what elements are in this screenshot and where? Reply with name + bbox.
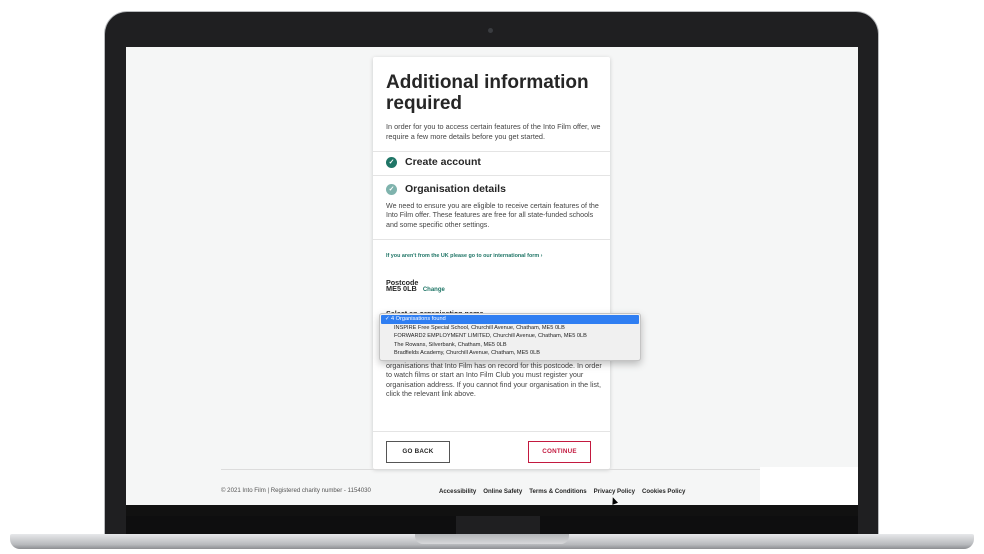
footer-link-accessibility[interactable]: Accessibility [439, 488, 476, 495]
laptop-mockup: Additional information required In order… [0, 0, 984, 554]
postcode-value: ME5 0LB [386, 284, 417, 293]
continue-button[interactable]: CONTINUE [528, 441, 591, 463]
postcode-row: ME5 0LB Change [386, 284, 445, 293]
screen-bezel-bottom [126, 505, 858, 516]
mouse-cursor-icon [609, 496, 619, 505]
footer-link-cookies[interactable]: Cookies Policy [642, 488, 685, 495]
step-label: Organisation details [405, 183, 506, 195]
divider [373, 175, 610, 176]
intro-text: In order for you to access certain featu… [386, 122, 601, 141]
organisation-select-dropdown[interactable]: ✓4 Organisations found INSPIRE Free Spec… [379, 313, 641, 361]
dropdown-option[interactable]: Bradfields Academy, Churchill Avenue, Ch… [380, 349, 640, 358]
organisation-help-text: organisations that Into Film has on reco… [386, 361, 602, 398]
footer-links: Accessibility Online Safety Terms & Cond… [439, 488, 685, 495]
laptop-hinge [126, 516, 456, 534]
step-label: Create account [405, 156, 481, 168]
footer-link-privacy[interactable]: Privacy Policy [594, 488, 635, 495]
laptop-notch [415, 534, 569, 544]
dropdown-option[interactable]: FORWARD2 EMPLOYMENT LIMITED, Churchill A… [380, 332, 640, 341]
check-circle-icon: ✓ [386, 156, 397, 168]
footer-copyright: © 2021 Into Film | Registered charity nu… [221, 487, 371, 494]
dropdown-option[interactable]: ✓4 Organisations found [381, 315, 639, 324]
organisation-description: We need to ensure you are eligible to re… [386, 202, 599, 229]
page-title: Additional information required [386, 72, 589, 114]
dropdown-option[interactable]: The Rowans, Silverbank, Chatham, ME5 0LB [380, 341, 640, 350]
divider [373, 431, 610, 432]
footer-link-online-safety[interactable]: Online Safety [483, 488, 522, 495]
step-organisation-details: ✓ Organisation details [386, 183, 506, 195]
step-create-account: ✓ Create account [386, 156, 481, 168]
registration-card: Additional information required In order… [373, 57, 610, 469]
divider [373, 239, 610, 240]
browser-screen: Additional information required In order… [126, 47, 858, 516]
change-postcode-link[interactable]: Change [423, 287, 445, 293]
check-circle-icon: ✓ [386, 183, 397, 195]
go-back-button[interactable]: GO BACK [386, 441, 450, 463]
divider [373, 151, 610, 152]
laptop-hinge [540, 516, 858, 534]
international-form-link[interactable]: If you aren't from the UK please go to o… [386, 253, 542, 259]
camera-icon [488, 28, 493, 33]
footer-divider [221, 469, 760, 470]
dropdown-option[interactable]: INSPIRE Free Special School, Churchill A… [380, 324, 640, 333]
footer-link-terms[interactable]: Terms & Conditions [529, 488, 586, 495]
